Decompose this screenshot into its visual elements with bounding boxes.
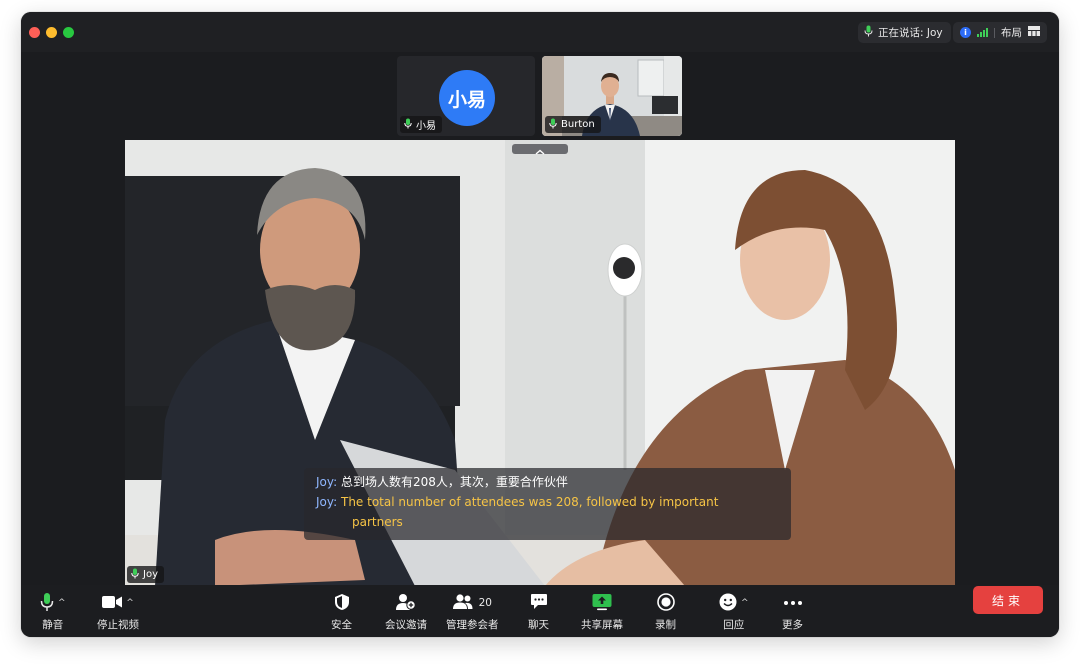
- participants-count: 20: [478, 597, 492, 609]
- caption-chinese-text: 总到场人数有208人，其次，重要合作伙伴: [340, 475, 568, 489]
- meeting-window: 正在说话: Joy i 布局 小易 小易 Burton Joy Joy: 总到场…: [21, 12, 1059, 637]
- caption-speaker: Joy:: [316, 495, 338, 509]
- end-meeting-button[interactable]: 结束: [973, 586, 1043, 614]
- mic-icon: [549, 118, 557, 132]
- record-button[interactable]: 录制: [655, 592, 676, 632]
- chevron-up-icon[interactable]: ^: [126, 598, 134, 608]
- mic-icon: [131, 568, 139, 582]
- smile-icon[interactable]: [719, 593, 737, 614]
- chat-icon[interactable]: [530, 593, 548, 613]
- stop-video-label: 停止视频: [97, 619, 139, 631]
- caption-english-text: The total number of attendees was 208, f…: [340, 495, 719, 509]
- mute-button[interactable]: ^ 静音: [40, 592, 66, 632]
- divider: [994, 27, 995, 38]
- stop-video-button[interactable]: ^ 停止视频: [97, 592, 139, 632]
- main-speaker-name: Joy: [143, 569, 158, 580]
- share-screen-label: 共享屏幕: [581, 619, 623, 631]
- security-label: 安全: [331, 619, 352, 631]
- reactions-button[interactable]: ^ 回应: [719, 592, 749, 632]
- share-screen-icon[interactable]: [592, 593, 612, 614]
- maximize-window-button[interactable]: [63, 27, 74, 38]
- chat-label: 聊天: [528, 619, 549, 631]
- chevron-up-icon[interactable]: [535, 140, 545, 159]
- caption-speaker: Joy:: [316, 475, 338, 489]
- close-window-button[interactable]: [29, 27, 40, 38]
- collapse-thumbnails-button[interactable]: [512, 144, 568, 155]
- mic-icon: [404, 118, 412, 132]
- title-bar: 正在说话: Joy i 布局: [21, 12, 1059, 52]
- speaking-indicator: 正在说话: Joy: [858, 22, 951, 43]
- caption-en-line-2: partners: [352, 512, 403, 532]
- shield-icon[interactable]: [334, 593, 350, 614]
- record-icon[interactable]: [656, 592, 675, 614]
- participant-name-tag: 小易: [400, 116, 442, 133]
- more-label: 更多: [782, 619, 803, 631]
- mute-label: 静音: [42, 619, 64, 631]
- live-captions: Joy: 总到场人数有208人，其次，重要合作伙伴 Joy: The total…: [304, 468, 791, 540]
- participant-name-tag: Burton: [545, 116, 601, 133]
- reactions-label: 回应: [723, 619, 745, 631]
- invite-button[interactable]: 会议邀请: [385, 592, 427, 632]
- participant-tile-xiaoyi[interactable]: 小易 小易: [397, 56, 535, 136]
- security-button[interactable]: 安全: [331, 592, 352, 632]
- record-label: 录制: [655, 619, 676, 631]
- chevron-up-icon[interactable]: ^: [741, 598, 749, 608]
- caption-zh-line: Joy: 总到场人数有208人，其次，重要合作伙伴: [316, 472, 568, 492]
- layout-label[interactable]: 布局: [1001, 25, 1022, 40]
- caption-en-line: Joy: The total number of attendees was 2…: [316, 492, 718, 512]
- mic-icon[interactable]: [40, 592, 54, 615]
- info-icon[interactable]: i: [960, 27, 971, 38]
- caption-english-text-continued: partners: [352, 515, 403, 529]
- signal-icon: [977, 28, 988, 37]
- participant-name: Burton: [561, 119, 595, 130]
- participants-label: 管理参会者: [446, 619, 499, 631]
- more-button[interactable]: 更多: [782, 592, 803, 632]
- chat-button[interactable]: 聊天: [528, 592, 549, 632]
- invite-label: 会议邀请: [385, 619, 427, 631]
- participant-name: 小易: [416, 121, 436, 132]
- grid-layout-icon[interactable]: [1028, 26, 1040, 39]
- chevron-up-icon[interactable]: ^: [58, 598, 66, 608]
- layout-control[interactable]: i 布局: [953, 22, 1047, 43]
- avatar: 小易: [439, 70, 495, 126]
- participant-tile-burton[interactable]: Burton: [542, 56, 682, 136]
- meeting-toolbar: ^ 静音 ^ 停止视频 安全 会议邀请 20 管理参会者 聊天 共享屏幕 录制 …: [21, 585, 1059, 637]
- video-camera-icon[interactable]: [102, 595, 123, 612]
- participants-button[interactable]: 20 管理参会者: [446, 592, 499, 632]
- speaking-status-text: 正在说话: Joy: [878, 27, 943, 39]
- mic-icon: [864, 25, 873, 40]
- participants-icon[interactable]: [452, 593, 473, 613]
- add-user-icon[interactable]: [396, 593, 416, 614]
- main-speaker-name-tag: Joy: [127, 566, 164, 583]
- minimize-window-button[interactable]: [46, 27, 57, 38]
- more-icon[interactable]: [783, 597, 803, 609]
- share-screen-button[interactable]: 共享屏幕: [581, 592, 623, 632]
